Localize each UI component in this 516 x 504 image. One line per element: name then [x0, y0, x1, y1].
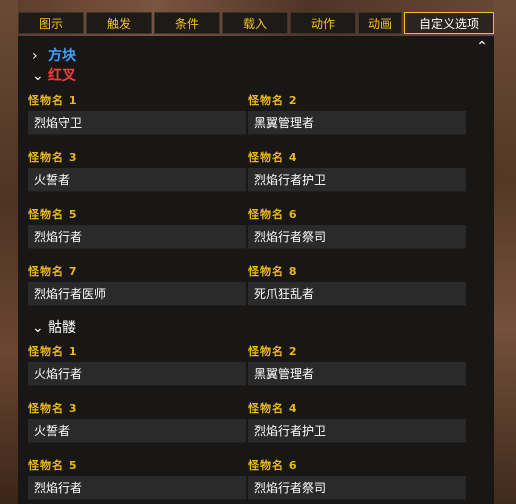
tab-bar: 图示 触发 条件 载入 动作 动画 自定义选项	[18, 12, 494, 36]
field-label: 怪物名 4	[248, 402, 298, 415]
group-header-kulou[interactable]: ⌄ 骷髅	[32, 318, 76, 338]
monster-name-input[interactable]: 黑翼管理者	[248, 111, 466, 135]
tab-display[interactable]: 图示	[18, 12, 84, 34]
monster-name-input[interactable]: 死爪狂乱者	[248, 282, 466, 306]
field-label: 怪物名 1	[28, 94, 78, 107]
tab-actions[interactable]: 动作	[290, 12, 356, 34]
field-label: 怪物名 1	[28, 345, 78, 358]
chevron-down-icon: ⌄	[32, 68, 44, 84]
tab-custom-options[interactable]: 自定义选项	[404, 12, 494, 34]
field-label: 怪物名 7	[28, 265, 78, 278]
monster-name-input[interactable]: 烈焰行者祭司	[248, 225, 466, 249]
field-label: 怪物名 5	[28, 459, 78, 472]
chevron-right-icon: ›	[32, 48, 38, 64]
field-label: 怪物名 2	[248, 94, 298, 107]
field-label: 怪物名 5	[28, 208, 78, 221]
monster-name-input[interactable]: 烈焰行者护卫	[248, 419, 466, 443]
scroll-up-icon[interactable]: ⌃	[474, 40, 490, 54]
field-label: 怪物名 2	[248, 345, 298, 358]
window-frame-right	[494, 0, 516, 504]
monster-name-input[interactable]: 烈焰行者护卫	[248, 168, 466, 192]
monster-name-input[interactable]: 火誓者	[28, 168, 246, 192]
field-label: 怪物名 6	[248, 208, 298, 221]
tab-load[interactable]: 载入	[222, 12, 288, 34]
field-label: 怪物名 3	[28, 151, 78, 164]
tab-trigger[interactable]: 触发	[86, 12, 152, 34]
field-label: 怪物名 6	[248, 459, 298, 472]
window-frame-left	[0, 0, 18, 504]
field-label: 怪物名 4	[248, 151, 298, 164]
group-header-fangkuai[interactable]: › 方块	[32, 46, 76, 66]
monster-name-input[interactable]: 烈焰行者	[28, 225, 246, 249]
field-label: 怪物名 8	[248, 265, 298, 278]
custom-options-panel: ⌃ › 方块 ⌄ 红叉 怪物名 1 烈焰守卫 怪物名 2 黑翼管理者 怪物名 3 火…	[18, 36, 494, 504]
chevron-down-icon: ⌄	[32, 320, 44, 336]
monster-name-input[interactable]: 火誓者	[28, 419, 246, 443]
monster-name-input[interactable]: 烈焰行者祭司	[248, 476, 466, 500]
monster-name-input[interactable]: 烈焰守卫	[28, 111, 246, 135]
monster-name-input[interactable]: 火焰行者	[28, 362, 246, 386]
group-header-hongcha[interactable]: ⌄ 红叉	[32, 66, 76, 86]
group-title-fangkuai: 方块	[48, 48, 76, 64]
monster-name-input[interactable]: 烈焰行者医师	[28, 282, 246, 306]
monster-name-input[interactable]: 黑翼管理者	[248, 362, 466, 386]
tab-conditions[interactable]: 条件	[154, 12, 220, 34]
tab-animations[interactable]: 动画	[358, 12, 402, 34]
group-title-hongcha: 红叉	[48, 68, 76, 84]
group-title-kulou: 骷髅	[48, 320, 76, 336]
monster-name-input[interactable]: 烈焰行者	[28, 476, 246, 500]
field-label: 怪物名 3	[28, 402, 78, 415]
